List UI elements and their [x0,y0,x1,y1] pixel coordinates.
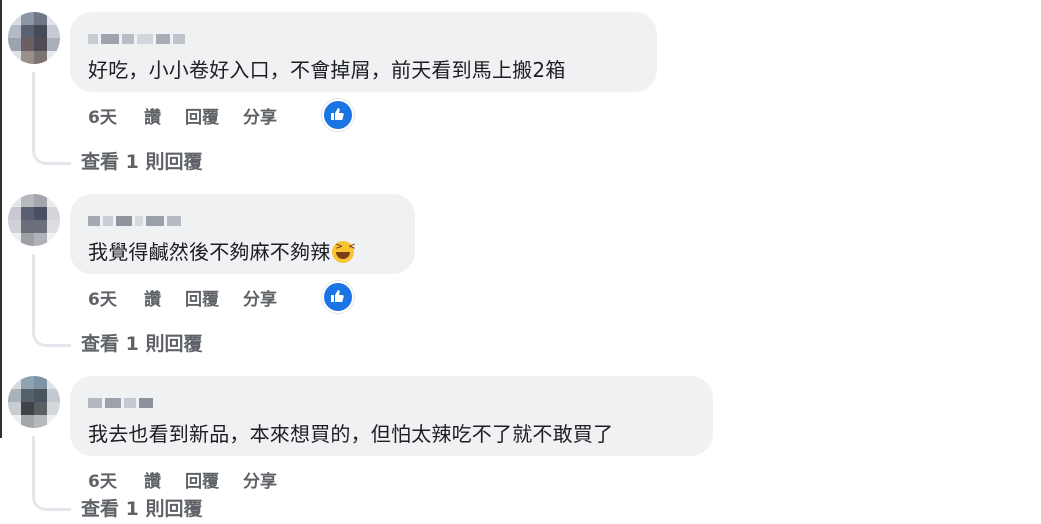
like-button[interactable]: 讚 [144,467,161,492]
like-button[interactable]: 讚 [144,285,161,310]
comment-text-content: 我覺得鹹然後不夠麻不夠辣 [88,240,331,264]
comment-actions: 6天 讚 回覆 分享 [88,285,301,310]
author-name-blurred[interactable] [88,214,181,228]
laughing-emoji-icon [332,241,357,263]
reply-button[interactable]: 回覆 [185,467,219,492]
thumbs-up-icon[interactable] [322,99,354,131]
comment-text: 我覺得鹹然後不夠麻不夠辣 [88,236,357,265]
avatar[interactable] [8,194,60,246]
avatar[interactable] [8,12,60,64]
share-button[interactable]: 分享 [243,285,277,310]
comment-bubble: 我覺得鹹然後不夠麻不夠辣 [70,194,415,274]
view-replies-link[interactable]: 查看 1 則回覆 [81,147,202,174]
reply-connector-line [32,436,71,511]
share-button[interactable]: 分享 [243,467,277,492]
comment-actions: 6天 讚 回覆 分享 [88,467,301,492]
comment-actions: 6天 讚 回覆 分享 [88,103,301,128]
author-name-blurred[interactable] [88,396,153,410]
reply-button[interactable]: 回覆 [185,103,219,128]
comment-bubble: 我去也看到新品，本來想買的，但怕太辣吃不了就不敢買了 [70,376,713,456]
reply-connector-line [32,254,71,347]
comment-text: 好吃，小小卷好入口，不會掉屑，前天看到馬上搬2箱 [88,58,566,82]
avatar[interactable] [8,376,60,428]
view-replies-link[interactable]: 查看 1 則回覆 [81,329,202,356]
comment-time[interactable]: 6天 [88,285,144,310]
thumbs-up-icon[interactable] [322,281,354,313]
reply-button[interactable]: 回覆 [185,285,219,310]
comment-time[interactable]: 6天 [88,103,144,128]
author-name-blurred[interactable] [88,32,185,46]
comment-time[interactable]: 6天 [88,467,144,492]
comment-bubble: 好吃，小小卷好入口，不會掉屑，前天看到馬上搬2箱 [70,12,657,92]
thread-left-rule [0,0,2,438]
view-replies-link[interactable]: 查看 1 則回覆 [81,494,202,521]
like-button[interactable]: 讚 [144,103,161,128]
reply-connector-line [32,72,71,165]
share-button[interactable]: 分享 [243,103,277,128]
comment-text: 我去也看到新品，本來想買的，但怕太辣吃不了就不敢買了 [88,422,614,446]
